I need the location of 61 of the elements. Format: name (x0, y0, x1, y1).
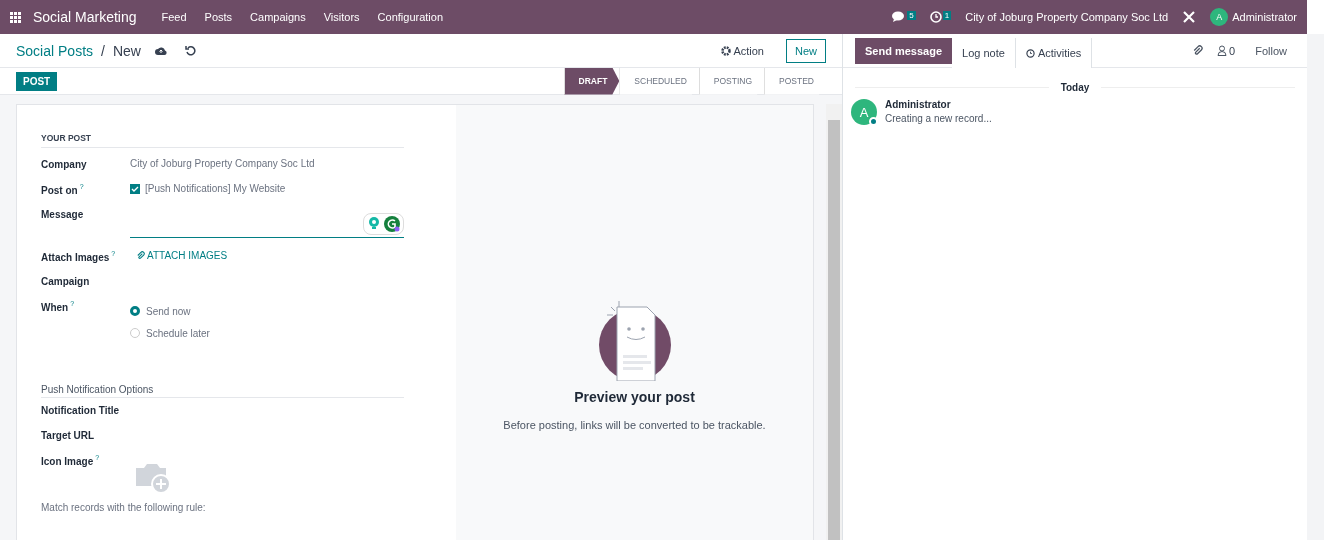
chatter-tab[interactable]: Activities (1015, 38, 1093, 68)
message-text: Creating a new record... (885, 113, 992, 124)
user-menu[interactable]: Administrator (1232, 11, 1297, 23)
chatter-tab[interactable]: Log note (952, 38, 1016, 68)
action-button[interactable]: Action (715, 43, 770, 58)
paperclip-icon (136, 251, 145, 260)
menu-item[interactable]: Configuration (370, 11, 451, 23)
scrollbar[interactable] (826, 104, 842, 540)
preview-text: Before posting, links will be converted to be trackable. (503, 419, 766, 431)
radio-button[interactable] (130, 306, 140, 316)
company-value: City of Joburg Property Company Soc Ltd (130, 158, 316, 169)
author-avatar: A (851, 99, 877, 125)
gear-icon (721, 45, 732, 56)
field-label: Attach Images (41, 251, 110, 263)
attachment-icon[interactable] (1192, 45, 1204, 56)
new-button[interactable]: New (786, 38, 826, 63)
breadcrumb-separator: / (101, 42, 105, 59)
app-name[interactable]: Social Marketing (33, 9, 137, 25)
date-divider: Today (1059, 82, 1091, 93)
checkbox[interactable] (130, 183, 140, 194)
menu-item[interactable]: Feed (154, 11, 194, 23)
field-label: Message (41, 209, 84, 220)
checkbox-label: [Push Notifications] My Website (145, 183, 286, 194)
apps-menu-icon[interactable] (10, 11, 21, 23)
breadcrumb-link[interactable]: Social Posts (16, 42, 94, 59)
preview-title: Preview your post (574, 389, 695, 405)
field-label: Company (41, 159, 87, 170)
attach-images-link[interactable]: ATTACH IMAGES (136, 250, 404, 261)
menu-item[interactable]: Posts (197, 11, 240, 23)
chat-icon (892, 11, 907, 23)
user-avatar: A (1210, 8, 1229, 26)
message-author: Administrator (885, 99, 952, 110)
discard-icon[interactable] (184, 45, 196, 56)
chatter-tab[interactable]: Send message (855, 38, 953, 64)
field-label: Icon Image (41, 455, 94, 467)
company-switcher[interactable]: City of Joburg Property Company Soc Ltd (965, 11, 1169, 23)
activities-button[interactable]: 1 (929, 11, 952, 23)
menu-item[interactable]: Campaigns (243, 11, 313, 23)
rule-text: Match records with the following rule: (41, 502, 207, 513)
menu-item[interactable]: Visitors (316, 11, 367, 23)
messages-button[interactable]: 5 (892, 11, 916, 23)
radio-label: Send now (146, 305, 191, 317)
save-icon[interactable] (154, 45, 167, 56)
breadcrumb-current: New (112, 42, 141, 59)
field-label: When (41, 301, 69, 313)
activity-count: 1 (942, 11, 952, 20)
section-title: Push Notification Options (41, 384, 404, 398)
section-title: YOUR POST (41, 133, 404, 148)
field-label: Post on (41, 184, 78, 196)
status-stage[interactable]: DRAFT (563, 67, 620, 95)
message-count: 5 (907, 11, 916, 20)
field-label: Target URL (41, 430, 95, 441)
clock-icon (929, 11, 942, 23)
clock-icon (1025, 48, 1035, 58)
assistant-icons (363, 213, 404, 235)
field-label: Campaign (41, 276, 90, 287)
post-button[interactable]: POST (16, 71, 58, 91)
follow-button[interactable]: Follow (1249, 43, 1293, 58)
radio-label: Schedule later (146, 327, 210, 339)
followers-button[interactable]: 0 (1217, 44, 1236, 57)
field-label: Notification Title (41, 405, 120, 416)
